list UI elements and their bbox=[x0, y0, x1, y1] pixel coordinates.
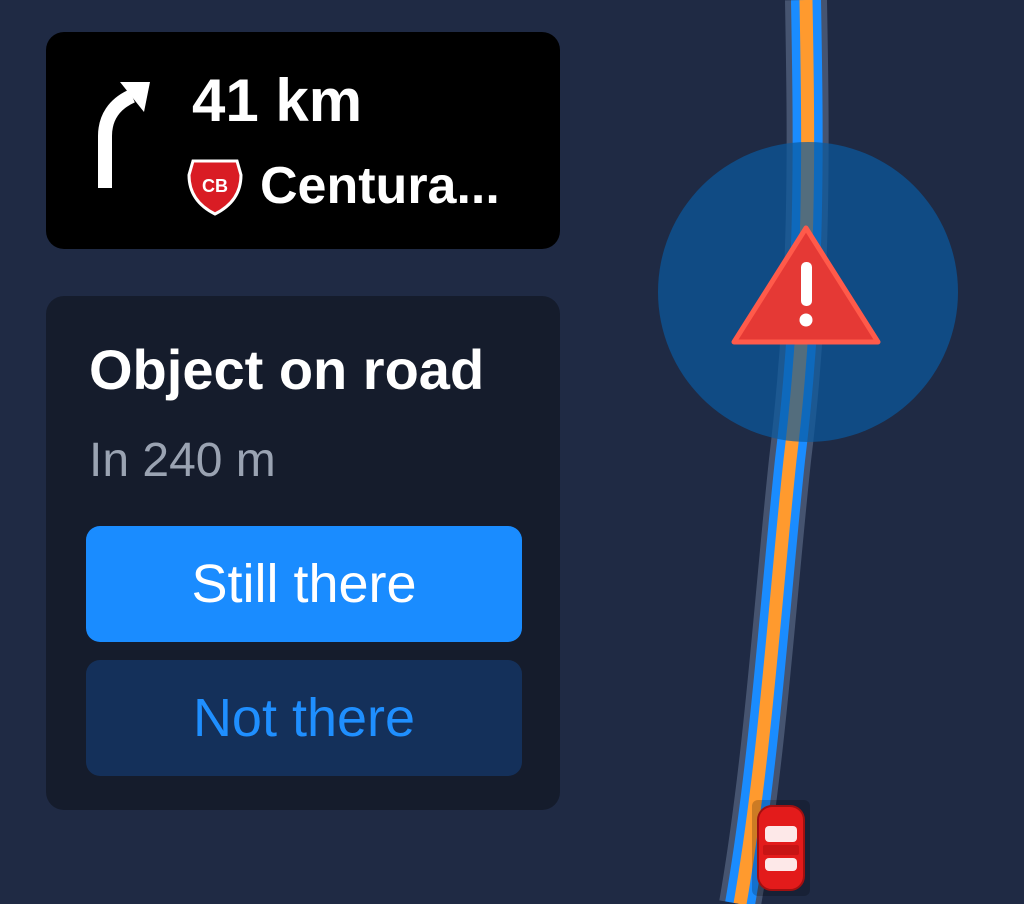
not-there-label: Not there bbox=[192, 688, 416, 748]
road-info: CB Centura... bbox=[184, 155, 500, 217]
hazard-distance: In 240 m bbox=[89, 434, 276, 487]
still-there-label: Still there bbox=[191, 554, 417, 614]
turn-right-arrow-icon bbox=[98, 82, 150, 188]
route-shield-icon: CB bbox=[187, 159, 243, 216]
maneuver-distance: 41 km bbox=[192, 67, 363, 134]
car-icon bbox=[752, 800, 810, 896]
road-name: Centura... bbox=[260, 157, 500, 215]
not-there-button[interactable]: Not there bbox=[86, 660, 522, 776]
hazard-title: Object on road bbox=[89, 338, 485, 401]
route-shield-text: CB bbox=[202, 176, 228, 196]
still-there-button[interactable]: Still there bbox=[86, 526, 522, 642]
